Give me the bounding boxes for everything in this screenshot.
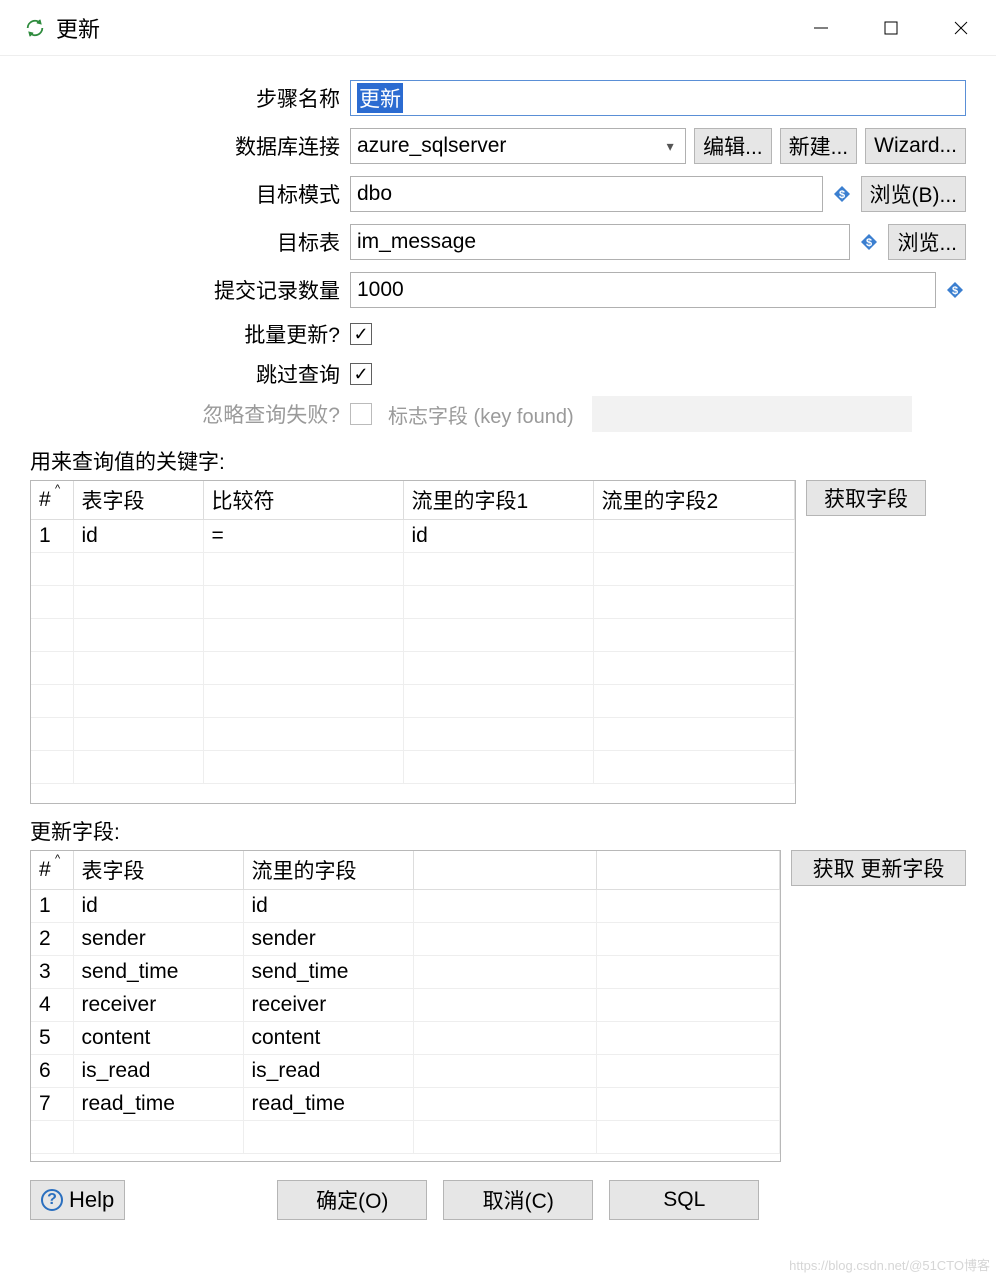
update-fields-grid[interactable]: #^ 表字段 流里的字段 1idid2sendersender3send_tim… [30,850,781,1162]
chevron-down-icon: ▾ [657,138,683,155]
key-lookup-grid[interactable]: #^ 表字段 比较符 流里的字段1 流里的字段2 1id=id [30,480,796,804]
window-title: 更新 [56,12,786,44]
batch-update-checkbox[interactable] [350,323,372,345]
db-connection-value: azure_sqlserver [357,134,657,158]
commit-size-label: 提交记录数量 [30,275,350,305]
close-button[interactable] [926,0,996,56]
table-row[interactable] [31,751,795,784]
step-name-value: 更新 [357,83,403,113]
table-row[interactable] [31,586,795,619]
table-row[interactable]: 7read_timeread_time [31,1088,780,1121]
help-label: Help [69,1187,114,1213]
update-fields-title: 更新字段: [30,816,966,846]
ignore-fail-label: 忽略查询失败? [30,399,350,429]
sql-button[interactable]: SQL [609,1180,759,1220]
browse-table-button[interactable]: 浏览... [888,224,966,260]
table-row[interactable] [31,685,795,718]
cancel-button[interactable]: 取消(C) [443,1180,593,1220]
col-stream-field1[interactable]: 流里的字段1 [403,481,593,520]
col-num[interactable]: #^ [31,851,73,890]
table-row[interactable]: 3send_timesend_time [31,956,780,989]
form-grid: 步骤名称 更新 数据库连接 azure_sqlserver ▾ 编辑... 新建… [30,74,966,434]
minimize-button[interactable] [786,0,856,56]
flag-field-label: 标志字段 (key found) [388,400,574,429]
footer: ? Help 确定(O) 取消(C) SQL [0,1162,996,1242]
variable-icon[interactable]: $ [831,183,853,205]
ignore-fail-checkbox [350,403,372,425]
refresh-icon [24,17,46,39]
flag-field-input [592,396,912,432]
watermark: https://blog.csdn.net/@51CTO博客 [789,1255,990,1274]
table-row[interactable]: 4receiverreceiver [31,989,780,1022]
table-row[interactable]: 5contentcontent [31,1022,780,1055]
batch-update-label: 批量更新? [30,319,350,349]
skip-lookup-label: 跳过查询 [30,359,350,389]
maximize-button[interactable] [856,0,926,56]
col-comparator[interactable]: 比较符 [203,481,403,520]
col-num[interactable]: #^ [31,481,73,520]
variable-icon[interactable]: $ [944,279,966,301]
get-update-fields-button[interactable]: 获取 更新字段 [791,850,966,886]
table-row[interactable] [31,718,795,751]
new-connection-button[interactable]: 新建... [780,128,858,164]
get-fields-button[interactable]: 获取字段 [806,480,926,516]
svg-text:$: $ [838,189,844,201]
edit-connection-button[interactable]: 编辑... [694,128,772,164]
table-row[interactable]: 1id=id [31,520,795,553]
svg-text:$: $ [952,285,958,297]
table-row[interactable]: 6is_readis_read [31,1055,780,1088]
col-table-field[interactable]: 表字段 [73,851,243,890]
table-row[interactable] [31,619,795,652]
titlebar: 更新 [0,0,996,56]
variable-icon[interactable]: $ [858,231,880,253]
db-connection-combo[interactable]: azure_sqlserver ▾ [350,128,686,164]
step-name-input[interactable]: 更新 [350,80,966,116]
target-table-input[interactable] [350,224,850,260]
wizard-button[interactable]: Wizard... [865,128,966,164]
target-schema-label: 目标模式 [30,179,350,209]
table-row[interactable] [31,1121,780,1154]
db-connection-label: 数据库连接 [30,131,350,161]
target-schema-input[interactable] [350,176,823,212]
browse-schema-button[interactable]: 浏览(B)... [861,176,967,212]
svg-text:$: $ [866,237,872,249]
commit-size-input[interactable] [350,272,936,308]
table-row[interactable]: 1idid [31,890,780,923]
key-lookup-title: 用来查询值的关键字: [30,446,966,476]
help-button[interactable]: ? Help [30,1180,125,1220]
col-stream-field2[interactable]: 流里的字段2 [593,481,795,520]
table-row[interactable] [31,652,795,685]
ok-button[interactable]: 确定(O) [277,1180,427,1220]
target-table-label: 目标表 [30,227,350,257]
table-row[interactable]: 2sendersender [31,923,780,956]
col-stream-field[interactable]: 流里的字段 [243,851,413,890]
table-row[interactable] [31,553,795,586]
step-name-label: 步骤名称 [30,83,350,113]
col-table-field[interactable]: 表字段 [73,481,203,520]
skip-lookup-checkbox[interactable] [350,363,372,385]
help-icon: ? [41,1189,63,1211]
